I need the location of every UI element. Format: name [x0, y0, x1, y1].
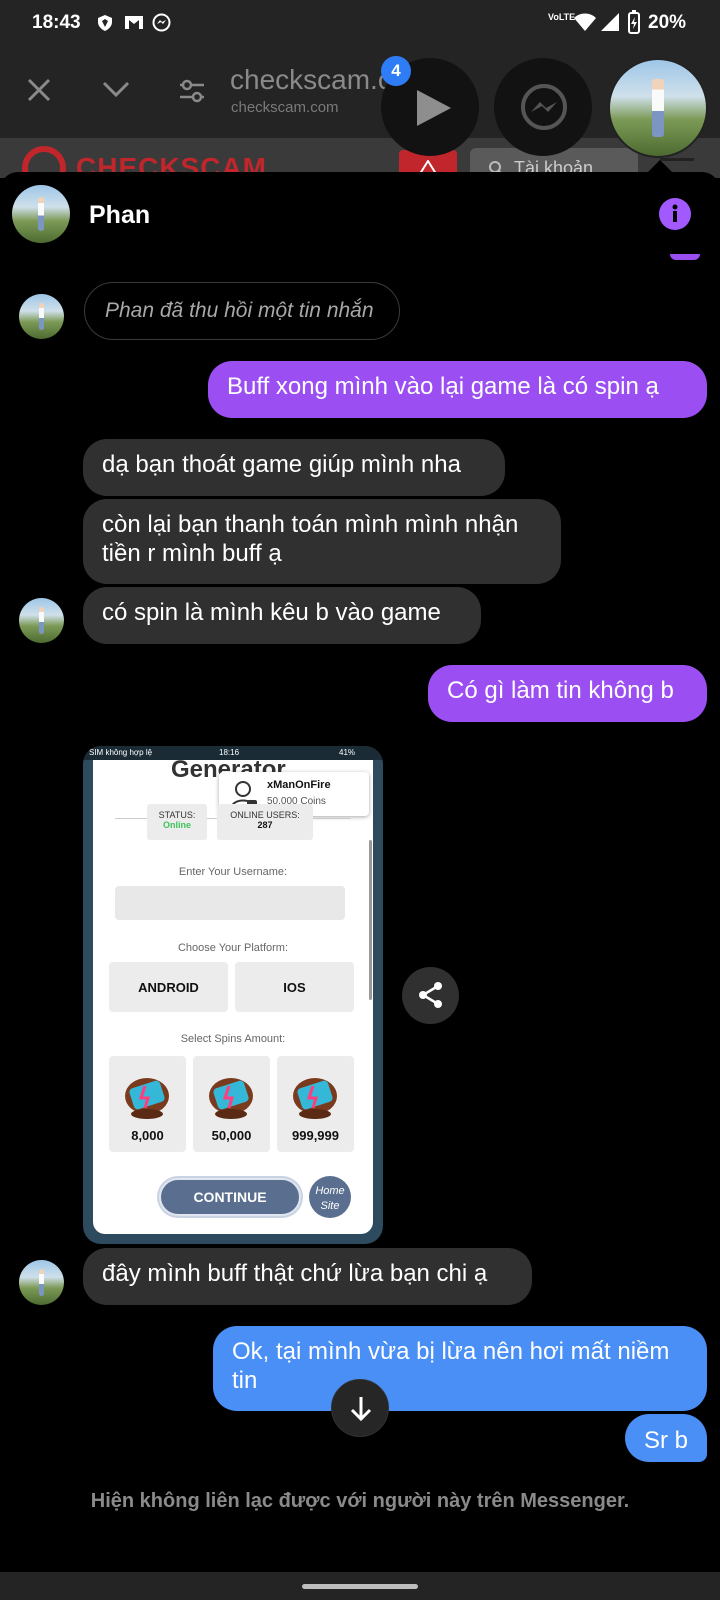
message-bubble-outgoing[interactable]: Có gì làm tin không b [428, 665, 707, 722]
status-box: STATUS: Online [147, 804, 207, 840]
home-gesture-handle[interactable] [302, 1584, 418, 1589]
messenger-icon [152, 13, 171, 32]
android-button: ANDROID [109, 962, 228, 1012]
browser-url: checkscam.com [231, 99, 339, 116]
online-users-label: ONLINE USERS: [230, 810, 300, 820]
battery-icon [628, 10, 640, 34]
ios-button: IOS [235, 962, 354, 1012]
composer-area: Hiện không liên lạc được với người này t… [0, 1462, 720, 1572]
info-button[interactable] [659, 198, 691, 230]
battery-percent: 20% [648, 12, 687, 33]
spin-amount: 8,000 [131, 1128, 164, 1143]
navigation-bar [0, 1572, 720, 1600]
message-bubble-incoming[interactable]: dạ bạn thoát game giúp mình nha [83, 439, 505, 496]
chat-head-badge: 4 [381, 56, 411, 86]
wifi-icon [574, 13, 596, 31]
previous-bubble-edge [670, 254, 700, 260]
play-icon [417, 90, 451, 126]
spins-label: Select Spins Amount: [180, 1033, 286, 1045]
spin-option: 8,000 [109, 1056, 186, 1152]
header-avatar[interactable] [12, 185, 70, 243]
online-users-box: ONLINE USERS: 287 [217, 804, 313, 840]
username-input [115, 886, 345, 920]
gmail-icon [125, 16, 143, 29]
volte-label: VoLTE [548, 12, 576, 22]
unsent-message-notice: Phan đã thu hồi một tin nhắn [84, 282, 400, 340]
toast-user: xManOnFire [267, 779, 331, 791]
message-bubble-outgoing[interactable]: Buff xong mình vào lại game là có spin ạ [208, 361, 707, 418]
unavailable-notice: Hiện không liên lạc được với người này t… [90, 1490, 630, 1512]
shield-icon [98, 15, 112, 31]
message-bubble-incoming[interactable]: còn lại bạn thanh toán mình mình nhận ti… [83, 499, 561, 584]
scroll-to-bottom-button[interactable] [331, 1379, 389, 1437]
spin-amount: 999,999 [292, 1128, 339, 1143]
home-site-label-2: Site [320, 1200, 340, 1212]
spin-option: 999,999 [277, 1056, 354, 1152]
continue-button: CONTINUE [159, 1178, 301, 1216]
browser-page-title: checkscam.c [230, 64, 392, 95]
message-bubble-incoming[interactable]: có spin là mình kêu b vào game [83, 587, 481, 644]
info-icon [672, 204, 678, 222]
status-bar: 18:43 VoLTE 20% [0, 0, 720, 46]
signal-icon [601, 13, 619, 31]
home-site-button: Home Site [309, 1176, 351, 1218]
close-icon[interactable] [27, 78, 51, 102]
attachment-scrollbar [369, 840, 372, 1000]
site-settings-icon[interactable] [178, 78, 206, 104]
share-icon [419, 982, 442, 1008]
platform-label: Choose Your Platform: [177, 942, 289, 954]
spin-can-icon [293, 1078, 337, 1119]
spin-can-icon [209, 1078, 253, 1119]
message-avatar [19, 1260, 64, 1305]
attachment-battery: 41% [339, 748, 356, 757]
message-bubble-incoming[interactable]: đây mình buff thật chứ lừa bạn chi ạ [83, 1248, 532, 1305]
message-bubble-outgoing[interactable]: Ok, tại mình vừa bị lừa nên hơi mất niềm… [213, 1326, 707, 1411]
home-site-label-1: Home [315, 1185, 345, 1197]
attachment-status-bar: SIM không hợp lệ 18:16 41% [83, 746, 383, 760]
chat-head-pointer [648, 160, 672, 172]
share-button[interactable] [402, 967, 459, 1024]
spin-option: 50,000 [193, 1056, 270, 1152]
status-value: Online [162, 820, 191, 830]
contact-chat-head-avatar[interactable] [608, 58, 708, 158]
messenger-chat-head[interactable] [494, 58, 592, 156]
status-label: STATUS: [158, 810, 196, 820]
spin-amount: 50,000 [211, 1128, 252, 1143]
contact-name[interactable]: Phan [89, 201, 150, 230]
arrow-down-icon [350, 1397, 372, 1422]
username-label: Enter Your Username: [178, 866, 288, 878]
messenger-chat-panel: Phan Phan đã thu hồi một tin nhắn Buff x… [0, 172, 720, 1572]
attachment-carrier: SIM không hợp lệ [89, 748, 153, 757]
spin-can-icon [125, 1078, 169, 1119]
attachment-time: 18:16 [219, 748, 240, 757]
chevron-down-icon[interactable] [102, 80, 130, 98]
attachment-page: Generator xManOnFire 50,000 Coins STATUS… [93, 760, 373, 1234]
status-time: 18:43 [32, 12, 81, 33]
messenger-icon [521, 84, 567, 130]
message-bubble-outgoing[interactable]: Sr b [625, 1414, 707, 1462]
image-attachment[interactable]: SIM không hợp lệ 18:16 41% Generator xMa… [83, 746, 383, 1244]
online-users-value: 287 [257, 820, 273, 830]
message-avatar [19, 294, 64, 339]
message-avatar [19, 598, 64, 643]
